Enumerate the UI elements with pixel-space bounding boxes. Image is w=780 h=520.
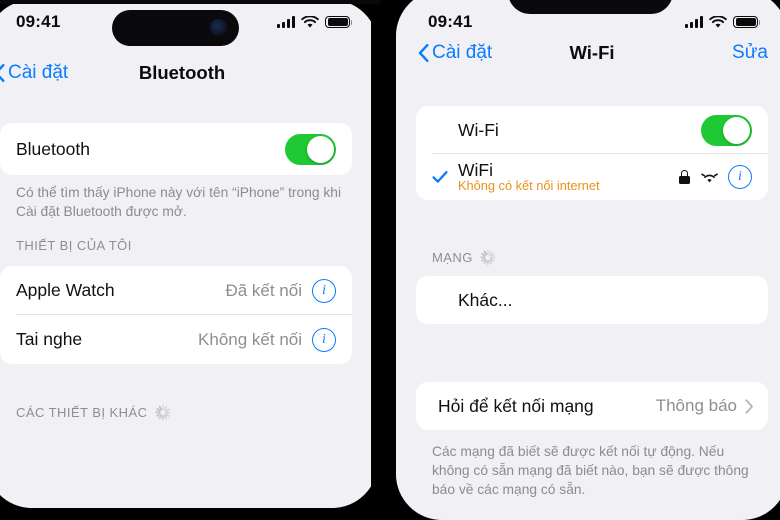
- bluetooth-toggle-card: Bluetooth: [0, 123, 352, 175]
- status-indicators: [277, 15, 353, 29]
- my-devices-header-label: THIẾT BỊ CỦA TÔI: [16, 238, 132, 253]
- cellular-bars-icon: [277, 16, 295, 28]
- networks-header-label: MẠNG: [432, 250, 473, 265]
- left-phone-bluetooth-screen: 09:41 Cài đặt Bluetooth Bluetooth Có thể…: [0, 0, 378, 508]
- other-devices-header: CÁC THIẾT BỊ KHÁC: [16, 405, 171, 420]
- wifi-signal-icon: [701, 173, 718, 182]
- status-indicators: [685, 15, 761, 29]
- network-ssid: WiFi: [458, 160, 493, 180]
- toggle-knob: [307, 135, 334, 163]
- network-text-block: WiFi Không có kết nối internet: [458, 161, 600, 193]
- my-devices-card: Apple Watch Đã kết nối i Tai nghe Không …: [0, 266, 352, 364]
- device-status: Không kết nối: [198, 329, 302, 349]
- status-time: 09:41: [428, 12, 473, 31]
- right-nav-bar: Cài đặt Wi-Fi Sửa: [396, 42, 780, 82]
- screenshot-stage: 09:41 Cài đặt Bluetooth Bluetooth Có thể…: [0, 0, 780, 520]
- loading-spinner-icon: [155, 405, 171, 420]
- left-phone-top-bezel: [0, 0, 380, 4]
- left-nav-bar: Cài đặt Bluetooth: [0, 62, 378, 102]
- networks-header: MẠNG: [432, 250, 496, 265]
- other-network-row[interactable]: Khác...: [416, 276, 768, 324]
- toggle-knob: [723, 116, 750, 144]
- device-name: Tai nghe: [16, 329, 83, 349]
- device-status: Đã kết nối: [225, 280, 302, 300]
- bluetooth-toggle-row[interactable]: Bluetooth: [0, 123, 352, 175]
- notch: [508, 0, 673, 14]
- wifi-toggle-row[interactable]: Wi-Fi: [416, 106, 768, 154]
- left-phone-screen: 09:41 Cài đặt Bluetooth Bluetooth Có thể…: [0, 0, 378, 508]
- phone-gap-divider: [378, 0, 396, 520]
- edit-button[interactable]: Sửa: [732, 42, 768, 64]
- bluetooth-label: Bluetooth: [16, 138, 90, 159]
- my-devices-header: THIẾT BỊ CỦA TÔI: [16, 238, 132, 253]
- network-status-warning: Không có kết nối internet: [458, 178, 600, 193]
- front-camera-lens: [210, 19, 227, 36]
- ask-to-join-label: Hỏi để kết nối mạng: [438, 395, 594, 416]
- bluetooth-toggle-switch[interactable]: [285, 133, 336, 165]
- chevron-right-icon: [745, 398, 753, 414]
- info-circle-icon[interactable]: i: [728, 165, 752, 189]
- wifi-icon: [301, 15, 319, 28]
- checkmark-icon: [432, 171, 448, 183]
- battery-full-icon: [325, 15, 353, 29]
- bluetooth-description: Có thể tìm thấy iPhone này với tên “iPho…: [16, 185, 342, 219]
- status-time: 09:41: [16, 12, 61, 31]
- wifi-label: Wi-Fi: [458, 119, 499, 140]
- device-name: Apple Watch: [16, 280, 115, 300]
- wifi-card: Wi-Fi WiFi Không có kết nối internet i: [416, 106, 768, 200]
- table-row[interactable]: Apple Watch Đã kết nối i: [0, 266, 352, 315]
- table-row[interactable]: Tai nghe Không kết nối i: [0, 315, 352, 364]
- other-network-card: Khác...: [416, 276, 768, 324]
- ask-to-join-value: Thông báo: [655, 396, 737, 415]
- wifi-footnote: Các mạng đã biết sẽ được kết nối tự động…: [432, 444, 749, 497]
- wifi-icon: [709, 15, 727, 28]
- info-circle-icon[interactable]: i: [312, 278, 336, 303]
- battery-full-icon: [733, 15, 761, 29]
- lock-icon: [679, 170, 690, 184]
- left-phone-bottom-bezel: [0, 508, 380, 520]
- connected-network-row[interactable]: WiFi Không có kết nối internet i: [416, 154, 768, 200]
- page-title: Bluetooth: [138, 62, 226, 83]
- dynamic-island: [112, 10, 239, 46]
- info-circle-icon[interactable]: i: [312, 327, 336, 352]
- wifi-toggle-switch[interactable]: [701, 114, 752, 146]
- other-network-label: Khác...: [458, 289, 513, 310]
- page-title: Wi-Fi: [569, 42, 615, 63]
- right-phone-screen: 09:41 Cài đặt Wi-Fi Sửa Wi-Fi WiFi Không…: [396, 0, 780, 520]
- ask-to-join-row[interactable]: Hỏi để kết nối mạng Thông báo: [416, 382, 768, 430]
- cellular-bars-icon: [685, 16, 703, 28]
- ask-to-join-card: Hỏi để kết nối mạng Thông báo: [416, 382, 768, 430]
- right-phone-wifi-screen: 09:41 Cài đặt Wi-Fi Sửa Wi-Fi WiFi Không…: [396, 0, 780, 520]
- other-devices-header-label: CÁC THIẾT BỊ KHÁC: [16, 405, 148, 420]
- loading-spinner-icon: [480, 250, 496, 265]
